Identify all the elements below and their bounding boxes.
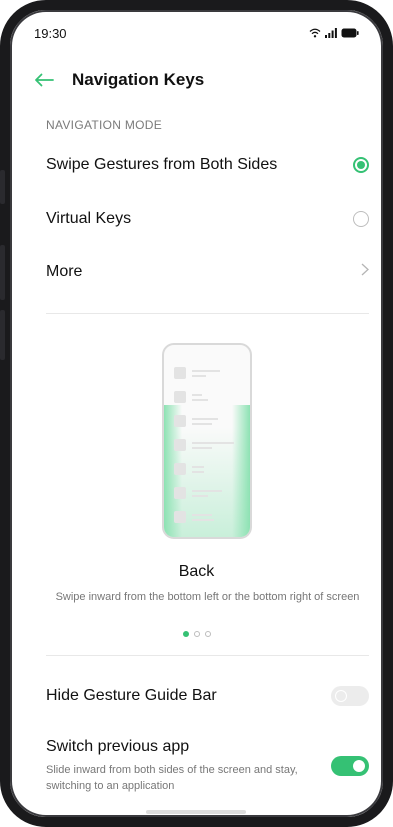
power-button xyxy=(0,310,5,360)
battery-icon xyxy=(341,28,359,38)
status-time: 19:30 xyxy=(34,25,67,41)
wifi-icon xyxy=(309,28,321,38)
setting-label: Hide Gesture Guide Bar xyxy=(46,687,217,704)
radio-selected-icon[interactable] xyxy=(353,157,369,173)
gesture-illustration xyxy=(162,343,252,539)
radio-unselected-icon[interactable] xyxy=(353,211,369,227)
option-label: Swipe Gestures from Both Sides xyxy=(46,156,278,173)
option-label: Virtual Keys xyxy=(46,210,132,227)
switch-previous-app-toggle[interactable] xyxy=(331,756,369,776)
more-item[interactable]: More xyxy=(46,263,369,281)
status-bar: 19:30 xyxy=(34,22,359,44)
page-dot[interactable] xyxy=(193,631,200,637)
page-dot-active[interactable] xyxy=(182,631,189,637)
section-label-navigation-mode: NAVIGATION MODE xyxy=(46,118,163,132)
app-bar: Navigation Keys xyxy=(34,70,204,90)
setting-switch-previous-app[interactable]: Switch previous app Slide inward from bo… xyxy=(46,738,369,794)
page-indicator xyxy=(0,631,393,637)
signal-icon xyxy=(325,28,337,38)
status-icons xyxy=(309,28,359,38)
volume-down-button xyxy=(0,245,5,300)
option-virtual-keys[interactable]: Virtual Keys xyxy=(46,210,369,228)
hide-guide-bar-toggle[interactable] xyxy=(331,686,369,706)
divider xyxy=(46,655,369,656)
setting-hide-gesture-guide-bar[interactable]: Hide Gesture Guide Bar xyxy=(46,686,369,706)
setting-description: Slide inward from both sides of the scre… xyxy=(46,764,298,792)
page-dot[interactable] xyxy=(204,631,211,637)
divider xyxy=(46,313,369,314)
more-label: More xyxy=(46,263,83,280)
option-swipe-gestures[interactable]: Swipe Gestures from Both Sides xyxy=(46,156,369,174)
back-arrow-icon[interactable] xyxy=(34,70,54,90)
page-title: Navigation Keys xyxy=(72,70,205,89)
home-indicator[interactable] xyxy=(146,810,246,814)
setting-label: Switch previous app xyxy=(46,738,190,755)
chevron-right-icon xyxy=(361,263,369,281)
volume-up-button xyxy=(0,170,5,204)
guide-description: Swipe inward from the bottom left or the… xyxy=(55,591,360,603)
guide-title: Back xyxy=(178,563,215,580)
